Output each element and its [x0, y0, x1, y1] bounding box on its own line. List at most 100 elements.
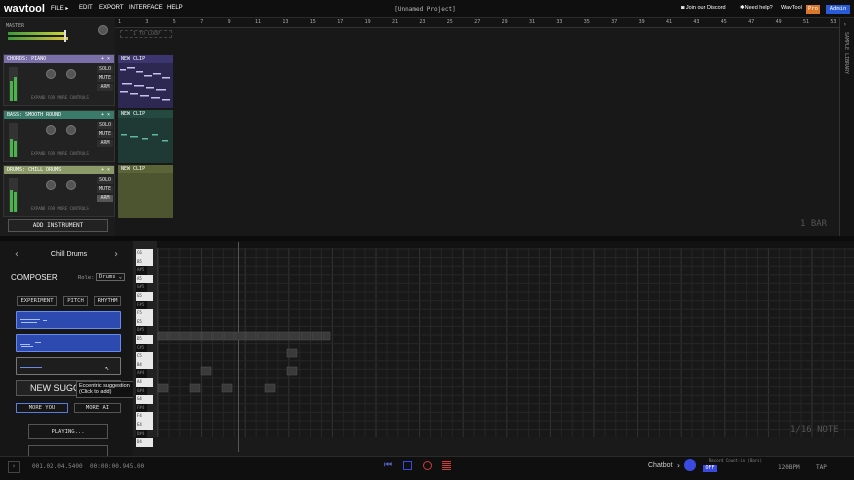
bpm-value[interactable]: 120BPM: [778, 464, 800, 471]
reverb-knob[interactable]: [66, 69, 76, 79]
gain-knob[interactable]: [46, 69, 56, 79]
track-add-close-icons[interactable]: + ×: [101, 111, 110, 119]
track-header[interactable]: BASS: SMOOTH ROUND + ×: [4, 111, 114, 119]
project-name[interactable]: [Unnamed Project]: [360, 6, 490, 13]
piano-key[interactable]: E5: [136, 317, 153, 327]
piano-key[interactable]: A4: [136, 378, 153, 387]
add-instrument-button[interactable]: ADD INSTRUMENT: [8, 219, 108, 232]
stop-icon[interactable]: [403, 461, 412, 470]
tab-experiment[interactable]: EXPERIMENT: [17, 296, 57, 306]
piano-key[interactable]: G#5: [136, 283, 147, 292]
suggestion-3[interactable]: ↖: [16, 357, 121, 375]
piano-key[interactable]: A5: [136, 274, 153, 284]
pro-badge[interactable]: Pro: [806, 5, 820, 14]
piano-key[interactable]: D4: [136, 438, 153, 447]
clip-header[interactable]: NEW CLIP: [118, 110, 173, 118]
track-add-close-icons[interactable]: + ×: [101, 166, 110, 174]
track-drums[interactable]: DRUMS: CHILL DRUMS + × SOLO MUTE ARM EXPA…: [3, 165, 115, 217]
clip-bass[interactable]: NEW CLIP: [118, 110, 173, 163]
track-header[interactable]: DRUMS: CHILL DRUMS + ×: [4, 166, 114, 174]
metronome-icon[interactable]: [442, 461, 451, 470]
wavtool-logo[interactable]: wavtool: [4, 3, 45, 15]
arm-button[interactable]: ARM: [97, 195, 113, 202]
sidebar-toggle-icon[interactable]: ›: [8, 461, 20, 473]
piano-key[interactable]: E4: [136, 421, 153, 430]
wavtool-account[interactable]: WavTool: [781, 5, 802, 11]
suggestion-2[interactable]: [16, 334, 121, 352]
expand-hint[interactable]: EXPAND FOR MORE CONTROLS: [31, 206, 89, 211]
menu-export[interactable]: EXPORT: [99, 5, 124, 11]
sidebar-collapse-icon[interactable]: ›: [843, 21, 847, 28]
composer-extra-button[interactable]: [28, 445, 108, 456]
mute-button[interactable]: MUTE: [97, 186, 113, 193]
expand-hint[interactable]: EXPAND FOR MORE CONTROLS: [31, 95, 89, 100]
loop-region[interactable]: 1 TO LOOP: [120, 30, 172, 38]
chatbot-chevron-icon[interactable]: ›: [676, 461, 681, 470]
tab-rhythm[interactable]: RHYTHM: [94, 296, 121, 306]
tab-pitch[interactable]: PITCH: [63, 296, 88, 306]
next-instrument-icon[interactable]: ›: [113, 249, 119, 260]
piano-key[interactable]: C#5: [136, 343, 147, 353]
piano-key[interactable]: F#5: [136, 300, 147, 310]
count-in-off-button[interactable]: OFF: [703, 465, 717, 472]
reverb-knob[interactable]: [66, 125, 76, 135]
piano-key[interactable]: G#4: [136, 386, 147, 396]
tap-tempo-button[interactable]: TAP: [816, 464, 827, 471]
piano-key[interactable]: B4: [136, 360, 153, 370]
gain-knob[interactable]: [46, 180, 56, 190]
piano-key[interactable]: B5: [136, 257, 153, 267]
piano-key[interactable]: F4: [136, 412, 153, 421]
piano-key[interactable]: A#4: [136, 369, 147, 378]
clip-chords[interactable]: NEW CLIP: [118, 55, 173, 108]
track-chords-piano[interactable]: CHORDS: PIANO + × SOLO MUTE ARM EXPAND FO…: [3, 54, 115, 106]
clip-drums[interactable]: NEW CLIP: [118, 165, 173, 218]
menu-help[interactable]: HELP: [167, 5, 183, 11]
arrangement-view[interactable]: [115, 18, 839, 236]
expand-hint[interactable]: EXPAND FOR MORE CONTROLS: [31, 151, 89, 156]
clip-header[interactable]: NEW CLIP: [118, 55, 173, 63]
solo-button[interactable]: SOLO: [97, 177, 113, 184]
piano-key[interactable]: G4: [136, 395, 153, 404]
record-icon[interactable]: [423, 461, 432, 470]
mute-button[interactable]: MUTE: [97, 131, 113, 138]
more-ai-button[interactable]: MORE AI: [74, 403, 121, 413]
gain-knob[interactable]: [46, 125, 56, 135]
sample-library-sidebar[interactable]: › SAMPLE LIBRARY: [839, 18, 854, 236]
menu-file[interactable]: FILE ▸: [51, 5, 68, 12]
piano-key[interactable]: D5: [136, 335, 153, 344]
piano-key[interactable]: C5: [136, 352, 153, 361]
piano-key[interactable]: D#5: [136, 326, 147, 335]
master-fader-handle[interactable]: [64, 30, 66, 42]
suggestion-1[interactable]: [16, 311, 121, 329]
prev-instrument-icon[interactable]: ‹: [14, 249, 20, 260]
piano-key[interactable]: G5: [136, 292, 153, 301]
solo-button[interactable]: SOLO: [97, 122, 113, 129]
piano-key[interactable]: F5: [136, 309, 153, 318]
track-header[interactable]: CHORDS: PIANO + ×: [4, 55, 114, 63]
playing-button[interactable]: PLAYING...: [28, 424, 108, 439]
piano-key[interactable]: A#5: [136, 266, 147, 275]
menu-edit[interactable]: EDIT: [79, 5, 93, 11]
discord-link[interactable]: ◙ Join our Discord: [681, 5, 726, 11]
role-select[interactable]: Drums ⌄: [96, 273, 125, 281]
reverb-knob[interactable]: [66, 180, 76, 190]
piano-key[interactable]: D#4: [136, 429, 147, 439]
solo-button[interactable]: SOLO: [97, 66, 113, 73]
piano-key[interactable]: F#4: [136, 403, 147, 413]
chatbot-avatar[interactable]: [684, 459, 696, 471]
mute-button[interactable]: MUTE: [97, 75, 113, 82]
ruler-number: 7: [200, 19, 204, 25]
master-pan-knob[interactable]: [98, 25, 108, 35]
track-add-close-icons[interactable]: + ×: [101, 55, 110, 63]
piano-key[interactable]: C6: [136, 249, 153, 258]
menu-interface[interactable]: INTERFACE: [129, 5, 163, 11]
rewind-icon[interactable]: ⏮: [384, 460, 392, 470]
arm-button[interactable]: ARM: [97, 140, 113, 147]
admin-button[interactable]: Admin: [826, 5, 850, 14]
help-link[interactable]: ✱Need help?: [740, 5, 773, 11]
more-you-button[interactable]: MORE YOU: [16, 403, 68, 413]
arm-button[interactable]: ARM: [97, 84, 113, 91]
clip-header[interactable]: NEW CLIP: [118, 165, 173, 173]
chatbot-label[interactable]: Chatbot: [648, 462, 673, 469]
track-bass[interactable]: BASS: SMOOTH ROUND + × SOLO MUTE ARM EXPA…: [3, 110, 115, 162]
